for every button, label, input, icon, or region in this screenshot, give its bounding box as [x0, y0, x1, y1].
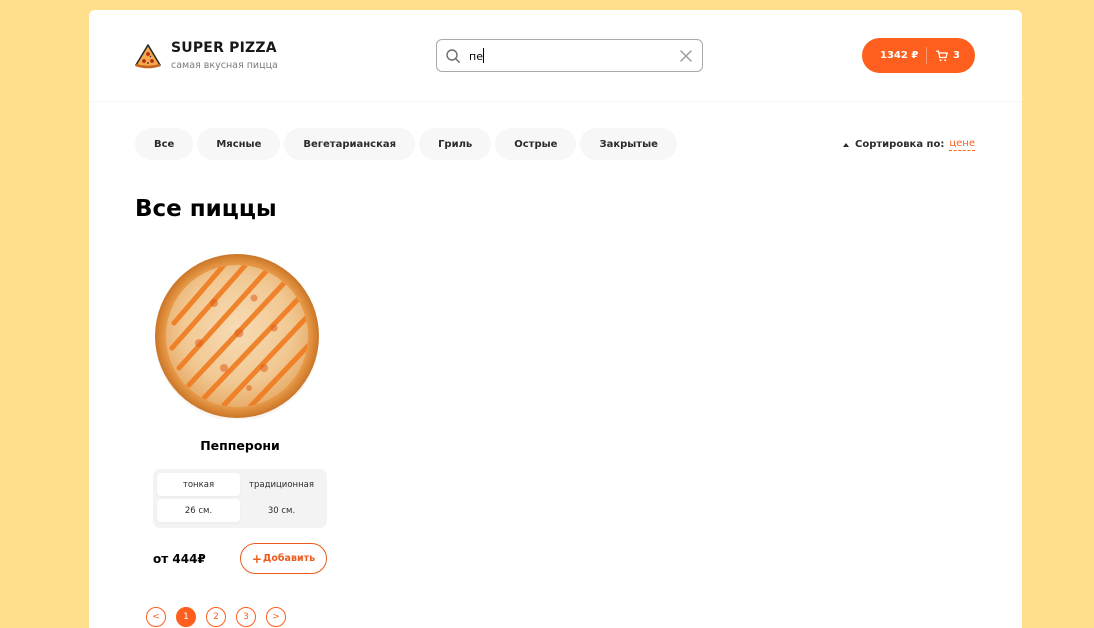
pizza-image: [155, 254, 319, 419]
sort-value[interactable]: цене: [949, 138, 975, 151]
logo[interactable]: SUPER PIZZA самая вкусная пицца: [135, 40, 278, 72]
size-row: 26 см. 30 см.: [157, 499, 323, 522]
category-meat[interactable]: Мясные: [197, 128, 281, 160]
close-icon[interactable]: [679, 49, 693, 63]
cart-total-price: 1342 ₽: [880, 50, 919, 61]
cart-button[interactable]: 1342 ₽ 3: [862, 38, 975, 73]
logo-title: SUPER PIZZA: [171, 40, 277, 56]
page-container: SUPER PIZZA самая вкусная пицца 1342 ₽: [89, 10, 1022, 628]
dough-type-row: тонкая традиционная: [157, 473, 323, 496]
add-button[interactable]: + Добавить: [240, 543, 327, 574]
size-26[interactable]: 26 см.: [157, 499, 240, 522]
pagination-page-1[interactable]: 1: [176, 607, 196, 627]
pizza-card: Пепперони тонкая традиционная 26 см. 30 …: [153, 253, 327, 574]
logo-subtitle: самая вкусная пицца: [171, 60, 278, 71]
cart-divider: [926, 47, 927, 64]
plus-icon: +: [251, 551, 262, 566]
category-grill[interactable]: Гриль: [419, 128, 492, 160]
cart-icon: [936, 50, 948, 61]
search-input[interactable]: [469, 47, 669, 65]
categories: Все Мясные Вегетарианская Гриль Острые З…: [135, 128, 681, 160]
category-spicy[interactable]: Острые: [495, 128, 577, 160]
pizza-selector: тонкая традиционная 26 см. 30 см.: [153, 469, 327, 528]
sort-arrow-icon: [843, 142, 850, 147]
add-button-label: Добавить: [262, 553, 316, 564]
pizza-title: Пепперони: [200, 438, 280, 453]
pizza-price: от 444₽: [153, 551, 206, 566]
sort-label: Сортировка по:: [855, 139, 945, 150]
logo-text: SUPER PIZZA самая вкусная пицца: [171, 40, 278, 72]
category-all[interactable]: Все: [135, 128, 194, 160]
pagination-next[interactable]: >: [266, 607, 286, 627]
pagination-page-2[interactable]: 2: [206, 607, 226, 627]
header: SUPER PIZZA самая вкусная пицца 1342 ₽: [89, 10, 1022, 102]
pizza-slice-icon: [135, 44, 161, 69]
page-title: Все пиццы: [135, 196, 277, 222]
category-closed[interactable]: Закрытые: [580, 128, 677, 160]
dough-type-thin[interactable]: тонкая: [157, 473, 240, 496]
pagination-page-3[interactable]: 3: [236, 607, 256, 627]
dough-type-traditional[interactable]: традиционная: [240, 473, 323, 496]
search-box: [436, 39, 703, 72]
search-icon: [446, 49, 461, 64]
pizza-bottom: от 444₽ + Добавить: [153, 543, 327, 574]
pagination-prev[interactable]: <: [146, 607, 166, 627]
text-caret: [483, 48, 484, 63]
cart-count: 3: [953, 50, 960, 61]
sort: Сортировка по: цене: [843, 138, 975, 151]
size-30[interactable]: 30 см.: [240, 499, 323, 522]
category-vegetarian[interactable]: Вегетарианская: [284, 128, 416, 160]
pagination: < 1 2 3 >: [146, 607, 296, 627]
